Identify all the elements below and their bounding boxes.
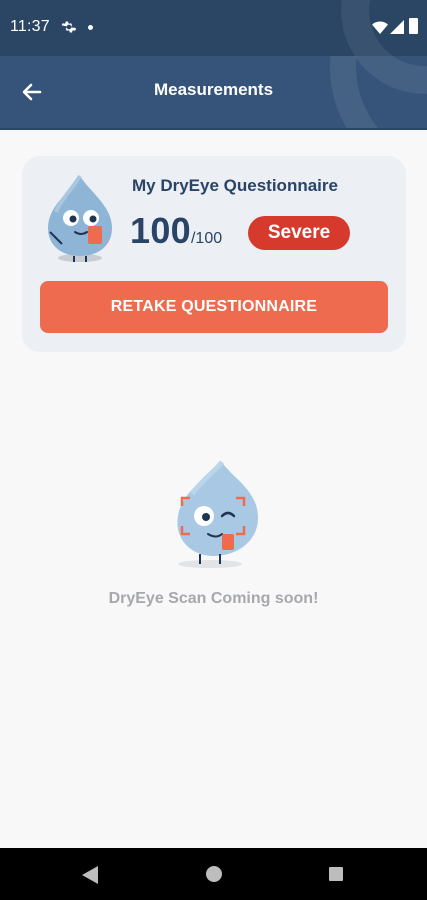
notification-dot xyxy=(88,25,93,30)
questionnaire-card: My DryEye Questionnaire 100/100 Severe R… xyxy=(22,156,406,352)
retake-questionnaire-button[interactable]: RETAKE QUESTIONNAIRE xyxy=(40,281,388,333)
severity-badge: Severe xyxy=(248,216,350,250)
scan-coming-soon-text: DryEye Scan Coming soon! xyxy=(108,590,319,607)
score: 100/100 xyxy=(130,210,222,252)
home-circle-icon[interactable] xyxy=(206,866,222,882)
status-time: 11:37 xyxy=(10,18,50,35)
back-triangle-icon[interactable] xyxy=(82,866,98,884)
questionnaire-title: My DryEye Questionnaire xyxy=(132,176,338,195)
score-value: 100 xyxy=(130,210,191,251)
page-title: Measurements xyxy=(153,80,274,99)
droplet-mascot-icon xyxy=(48,174,112,262)
battery-icon xyxy=(409,18,418,34)
app-bar: Measurements xyxy=(0,56,427,130)
wifi-icon xyxy=(372,21,388,34)
droplet-scan-mascot-icon xyxy=(177,460,258,568)
status-bar: 11:37 xyxy=(0,0,427,56)
system-nav-bar xyxy=(0,848,427,900)
cell-signal-icon xyxy=(390,20,404,34)
recents-square-icon[interactable] xyxy=(329,867,343,881)
score-max: /100 xyxy=(190,230,223,247)
gear-icon xyxy=(61,21,76,33)
